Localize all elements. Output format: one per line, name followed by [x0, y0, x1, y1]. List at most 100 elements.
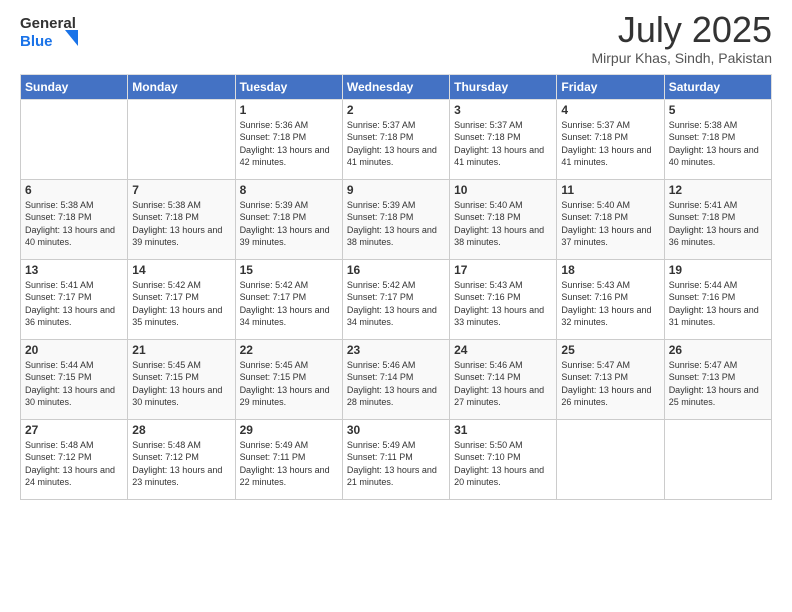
- calendar-cell: 4 Sunrise: 5:37 AM Sunset: 7:18 PM Daylig…: [557, 99, 664, 179]
- day-info: Sunrise: 5:45 AM Sunset: 7:15 PM Dayligh…: [132, 359, 230, 409]
- day-number: 31: [454, 423, 552, 437]
- calendar-cell: 11Sunrise: 5:40 AM Sunset: 7:18 PM Dayli…: [557, 179, 664, 259]
- calendar-cell: 23Sunrise: 5:46 AM Sunset: 7:14 PM Dayli…: [342, 339, 449, 419]
- day-info: Sunrise: 5:40 AM Sunset: 7:18 PM Dayligh…: [561, 199, 659, 249]
- location-subtitle: Mirpur Khas, Sindh, Pakistan: [591, 50, 772, 66]
- day-info: Sunrise: 5:49 AM Sunset: 7:11 PM Dayligh…: [240, 439, 338, 489]
- day-number: 16: [347, 263, 445, 277]
- day-number: 4: [561, 103, 659, 117]
- day-info: Sunrise: 5:39 AM Sunset: 7:18 PM Dayligh…: [347, 199, 445, 249]
- day-info: Sunrise: 5:43 AM Sunset: 7:16 PM Dayligh…: [561, 279, 659, 329]
- day-info: Sunrise: 5:38 AM Sunset: 7:18 PM Dayligh…: [132, 199, 230, 249]
- day-number: 30: [347, 423, 445, 437]
- logo: GeneralBlue: [20, 10, 80, 50]
- calendar-cell: 27 Sunrise: 5:48 AM Sunset: 7:12 PM Dayli…: [21, 419, 128, 499]
- calendar-cell: 21Sunrise: 5:45 AM Sunset: 7:15 PM Dayli…: [128, 339, 235, 419]
- day-info: Sunrise: 5:37 AM Sunset: 7:18 PM Dayligh…: [347, 119, 445, 169]
- month-year-title: July 2025: [591, 10, 772, 50]
- day-number: 6: [25, 183, 123, 197]
- calendar-cell: 22 Sunrise: 5:45 AM Sunset: 7:15 PM Dayli…: [235, 339, 342, 419]
- day-info: Sunrise: 5:43 AM Sunset: 7:16 PM Dayligh…: [454, 279, 552, 329]
- calendar-cell: 10Sunrise: 5:40 AM Sunset: 7:18 PM Dayli…: [450, 179, 557, 259]
- day-number: 7: [132, 183, 230, 197]
- calendar-cell: 1 Sunrise: 5:36 AM Sunset: 7:18 PM Daylig…: [235, 99, 342, 179]
- calendar-cell: [21, 99, 128, 179]
- day-info: Sunrise: 5:40 AM Sunset: 7:18 PM Dayligh…: [454, 199, 552, 249]
- day-info: Sunrise: 5:44 AM Sunset: 7:16 PM Dayligh…: [669, 279, 767, 329]
- calendar-cell: [664, 419, 771, 499]
- day-info: Sunrise: 5:37 AM Sunset: 7:18 PM Dayligh…: [454, 119, 552, 169]
- calendar-cell: 17 Sunrise: 5:43 AM Sunset: 7:16 PM Dayli…: [450, 259, 557, 339]
- day-info: Sunrise: 5:48 AM Sunset: 7:12 PM Dayligh…: [132, 439, 230, 489]
- day-number: 5: [669, 103, 767, 117]
- day-number: 27: [25, 423, 123, 437]
- day-info: Sunrise: 5:38 AM Sunset: 7:18 PM Dayligh…: [25, 199, 123, 249]
- day-number: 17: [454, 263, 552, 277]
- weekday-header: Monday: [128, 74, 235, 99]
- calendar-cell: 2 Sunrise: 5:37 AM Sunset: 7:18 PM Daylig…: [342, 99, 449, 179]
- day-info: Sunrise: 5:38 AM Sunset: 7:18 PM Dayligh…: [669, 119, 767, 169]
- calendar-cell: 19Sunrise: 5:44 AM Sunset: 7:16 PM Dayli…: [664, 259, 771, 339]
- weekday-header: Sunday: [21, 74, 128, 99]
- calendar-cell: 13Sunrise: 5:41 AM Sunset: 7:17 PM Dayli…: [21, 259, 128, 339]
- calendar-cell: 18Sunrise: 5:43 AM Sunset: 7:16 PM Dayli…: [557, 259, 664, 339]
- weekday-header-row: SundayMondayTuesdayWednesdayThursdayFrid…: [21, 74, 772, 99]
- day-info: Sunrise: 5:44 AM Sunset: 7:15 PM Dayligh…: [25, 359, 123, 409]
- day-number: 22: [240, 343, 338, 357]
- calendar-week-row: 6 Sunrise: 5:38 AM Sunset: 7:18 PM Daylig…: [21, 179, 772, 259]
- svg-text:General: General: [20, 15, 76, 32]
- calendar-week-row: 27 Sunrise: 5:48 AM Sunset: 7:12 PM Dayli…: [21, 419, 772, 499]
- day-number: 15: [240, 263, 338, 277]
- day-info: Sunrise: 5:49 AM Sunset: 7:11 PM Dayligh…: [347, 439, 445, 489]
- calendar-cell: 8 Sunrise: 5:39 AM Sunset: 7:18 PM Daylig…: [235, 179, 342, 259]
- calendar-cell: 12 Sunrise: 5:41 AM Sunset: 7:18 PM Dayli…: [664, 179, 771, 259]
- page-header: GeneralBlue July 2025 Mirpur Khas, Sindh…: [20, 10, 772, 66]
- day-info: Sunrise: 5:48 AM Sunset: 7:12 PM Dayligh…: [25, 439, 123, 489]
- day-info: Sunrise: 5:36 AM Sunset: 7:18 PM Dayligh…: [240, 119, 338, 169]
- calendar-cell: 24 Sunrise: 5:46 AM Sunset: 7:14 PM Dayli…: [450, 339, 557, 419]
- day-info: Sunrise: 5:42 AM Sunset: 7:17 PM Dayligh…: [347, 279, 445, 329]
- calendar-week-row: 13Sunrise: 5:41 AM Sunset: 7:17 PM Dayli…: [21, 259, 772, 339]
- calendar-cell: 9Sunrise: 5:39 AM Sunset: 7:18 PM Daylig…: [342, 179, 449, 259]
- weekday-header: Wednesday: [342, 74, 449, 99]
- weekday-header: Saturday: [664, 74, 771, 99]
- calendar-cell: 29Sunrise: 5:49 AM Sunset: 7:11 PM Dayli…: [235, 419, 342, 499]
- day-number: 8: [240, 183, 338, 197]
- weekday-header: Friday: [557, 74, 664, 99]
- calendar-cell: 16 Sunrise: 5:42 AM Sunset: 7:17 PM Dayli…: [342, 259, 449, 339]
- day-info: Sunrise: 5:41 AM Sunset: 7:18 PM Dayligh…: [669, 199, 767, 249]
- day-number: 24: [454, 343, 552, 357]
- day-number: 2: [347, 103, 445, 117]
- calendar-cell: 31 Sunrise: 5:50 AM Sunset: 7:10 PM Dayli…: [450, 419, 557, 499]
- day-number: 14: [132, 263, 230, 277]
- calendar-cell: 28 Sunrise: 5:48 AM Sunset: 7:12 PM Dayli…: [128, 419, 235, 499]
- weekday-header: Tuesday: [235, 74, 342, 99]
- svg-text:Blue: Blue: [20, 33, 53, 50]
- calendar-cell: 15 Sunrise: 5:42 AM Sunset: 7:17 PM Dayli…: [235, 259, 342, 339]
- calendar-week-row: 1 Sunrise: 5:36 AM Sunset: 7:18 PM Daylig…: [21, 99, 772, 179]
- calendar-table: SundayMondayTuesdayWednesdayThursdayFrid…: [20, 74, 772, 500]
- day-number: 28: [132, 423, 230, 437]
- day-number: 12: [669, 183, 767, 197]
- day-info: Sunrise: 5:37 AM Sunset: 7:18 PM Dayligh…: [561, 119, 659, 169]
- day-info: Sunrise: 5:46 AM Sunset: 7:14 PM Dayligh…: [347, 359, 445, 409]
- title-block: July 2025 Mirpur Khas, Sindh, Pakistan: [591, 10, 772, 66]
- day-number: 25: [561, 343, 659, 357]
- calendar-cell: 14Sunrise: 5:42 AM Sunset: 7:17 PM Dayli…: [128, 259, 235, 339]
- day-number: 20: [25, 343, 123, 357]
- day-number: 1: [240, 103, 338, 117]
- calendar-cell: [557, 419, 664, 499]
- calendar-cell: 7 Sunrise: 5:38 AM Sunset: 7:18 PM Daylig…: [128, 179, 235, 259]
- day-number: 3: [454, 103, 552, 117]
- calendar-cell: 20 Sunrise: 5:44 AM Sunset: 7:15 PM Dayli…: [21, 339, 128, 419]
- day-info: Sunrise: 5:50 AM Sunset: 7:10 PM Dayligh…: [454, 439, 552, 489]
- day-info: Sunrise: 5:42 AM Sunset: 7:17 PM Dayligh…: [240, 279, 338, 329]
- day-info: Sunrise: 5:46 AM Sunset: 7:14 PM Dayligh…: [454, 359, 552, 409]
- calendar-week-row: 20 Sunrise: 5:44 AM Sunset: 7:15 PM Dayli…: [21, 339, 772, 419]
- day-number: 26: [669, 343, 767, 357]
- day-info: Sunrise: 5:39 AM Sunset: 7:18 PM Dayligh…: [240, 199, 338, 249]
- day-info: Sunrise: 5:45 AM Sunset: 7:15 PM Dayligh…: [240, 359, 338, 409]
- calendar-cell: 5 Sunrise: 5:38 AM Sunset: 7:18 PM Daylig…: [664, 99, 771, 179]
- calendar-cell: 6 Sunrise: 5:38 AM Sunset: 7:18 PM Daylig…: [21, 179, 128, 259]
- calendar-cell: 26Sunrise: 5:47 AM Sunset: 7:13 PM Dayli…: [664, 339, 771, 419]
